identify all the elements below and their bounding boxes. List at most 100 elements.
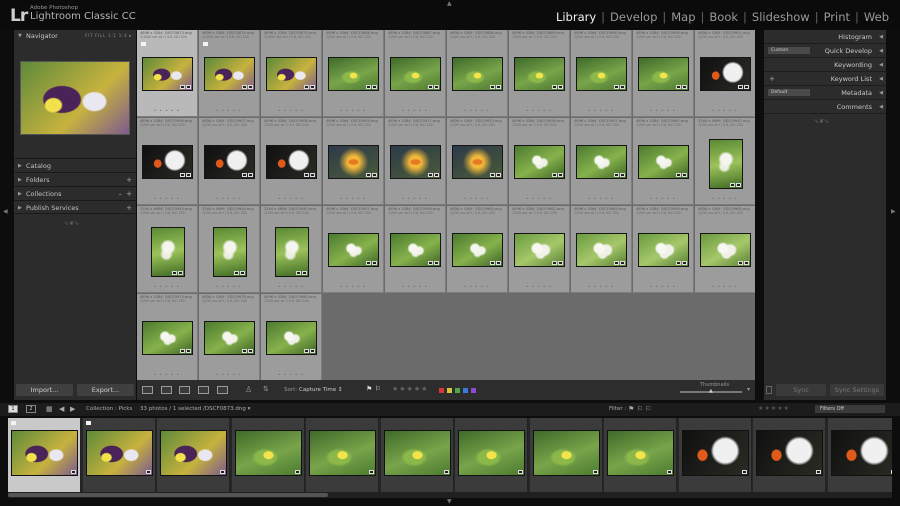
grid-cell[interactable]: 4896 x 3264 DSCF0887.dng 1/500 sec at f /… xyxy=(385,30,446,117)
photo-thumbnail[interactable] xyxy=(638,145,689,179)
panel-publish-services[interactable]: ▶ Publish Services + xyxy=(14,200,136,214)
filmstrip-thumbnail[interactable] xyxy=(532,430,600,476)
collection-badge-icon[interactable] xyxy=(242,173,247,177)
edit-badge-icon[interactable] xyxy=(620,261,625,265)
collection-badge-icon[interactable] xyxy=(614,173,619,177)
grid-cell[interactable]: 4896 x 3264 DSCF0906.dng 1/250 sec at f /… xyxy=(137,118,198,205)
collection-badge-icon[interactable] xyxy=(180,349,185,353)
filmstrip-cell[interactable] xyxy=(231,418,305,492)
loupe-view-icon[interactable] xyxy=(161,386,172,394)
grid-cell[interactable]: 4896 x 3264 DSCF0958.dng 1/250 sec at f /… xyxy=(385,206,446,293)
rating-dots[interactable]: • • • • • xyxy=(385,196,445,201)
panel-catalog[interactable]: ▶ Catalog xyxy=(14,158,136,172)
edit-badge-icon[interactable] xyxy=(369,470,374,474)
rating-dots[interactable]: • • • • • xyxy=(323,284,383,289)
rating-dots[interactable]: • • • • • xyxy=(385,108,445,113)
photo-thumbnail[interactable] xyxy=(275,227,309,277)
add-collection-icon[interactable]: + xyxy=(126,187,132,201)
edit-badge-icon[interactable] xyxy=(744,85,749,89)
flag-filter-icon[interactable]: ⚑ ⚐ ⚐ xyxy=(628,405,651,413)
rating-dots[interactable]: • • • • • xyxy=(695,284,755,289)
add-publish-service-icon[interactable]: + xyxy=(126,201,132,215)
left-panel-toggle-icon[interactable]: ◀ xyxy=(3,208,8,215)
photo-thumbnail[interactable] xyxy=(213,227,247,277)
navigator-zoom-options[interactable]: FIT FILL 1:1 1:4 ▸ xyxy=(85,30,132,43)
pick-flag-icon[interactable] xyxy=(141,42,146,46)
photo-thumbnail[interactable] xyxy=(266,321,317,355)
edit-badge-icon[interactable] xyxy=(620,173,625,177)
photo-thumbnail[interactable] xyxy=(204,57,255,91)
grid-cell[interactable]: 4896 x 3264 DSCF0890.dng 1/500 sec at f /… xyxy=(571,30,632,117)
edit-badge-icon[interactable] xyxy=(682,261,687,265)
edit-badge-icon[interactable] xyxy=(372,261,377,265)
photo-thumbnail[interactable] xyxy=(576,145,627,179)
edit-badge-icon[interactable] xyxy=(294,470,300,474)
label-yellow-swatch[interactable] xyxy=(447,388,452,393)
edit-badge-icon[interactable] xyxy=(434,261,439,265)
rating-dots[interactable]: • • • • • xyxy=(261,108,321,113)
edit-badge-icon[interactable] xyxy=(736,183,741,187)
photo-thumbnail[interactable] xyxy=(204,145,255,179)
rating-dots[interactable]: • • • • • xyxy=(633,108,693,113)
remove-collection-icon[interactable]: – xyxy=(119,187,123,201)
collection-badge-icon[interactable] xyxy=(180,173,185,177)
rating-stars[interactable]: ★★★★★ xyxy=(392,385,428,393)
module-develop[interactable]: Develop xyxy=(605,10,662,24)
photo-thumbnail[interactable] xyxy=(142,145,193,179)
edit-badge-icon[interactable] xyxy=(558,173,563,177)
photo-thumbnail[interactable] xyxy=(700,233,751,267)
survey-view-icon[interactable] xyxy=(198,386,209,394)
grid-cell[interactable]: 4896 x 3264 DSCF0963.dng 1/250 sec at f /… xyxy=(571,206,632,293)
metadata-preset-dropdown[interactable]: Default xyxy=(768,89,810,96)
filter-presets-dropdown[interactable]: Filters Off xyxy=(815,405,885,413)
rating-dots[interactable]: • • • • • xyxy=(137,196,197,201)
collection-badge-icon[interactable] xyxy=(366,85,371,89)
edit-badge-icon[interactable] xyxy=(558,85,563,89)
filmstrip-cell[interactable] xyxy=(8,418,81,492)
collection-badge-icon[interactable] xyxy=(366,261,371,265)
edit-badge-icon[interactable] xyxy=(145,470,151,474)
rating-dots[interactable]: • • • • • xyxy=(447,284,507,289)
collection-badge-icon[interactable] xyxy=(676,173,681,177)
collection-badge-icon[interactable] xyxy=(242,85,247,89)
rating-dots[interactable]: • • • • • xyxy=(695,108,755,113)
filmstrip-thumbnail[interactable] xyxy=(309,430,376,476)
filmstrip-thumbnail[interactable] xyxy=(681,430,749,476)
collection-badge-icon[interactable] xyxy=(676,85,681,89)
edit-badge-icon[interactable] xyxy=(186,349,191,353)
module-book[interactable]: Book xyxy=(704,10,743,24)
photo-thumbnail[interactable] xyxy=(514,145,565,179)
edit-badge-icon[interactable] xyxy=(178,271,183,275)
photo-thumbnail[interactable] xyxy=(638,233,689,267)
photo-thumbnail[interactable] xyxy=(266,57,317,91)
grid-cell[interactable]: 4896 x 3264 DSCF0901.dng 1/250 sec at f /… xyxy=(695,30,755,117)
toolbar-menu-icon[interactable]: ▾ xyxy=(747,386,750,393)
edit-badge-icon[interactable] xyxy=(302,271,307,275)
sync-settings-button[interactable]: Sync Settings xyxy=(830,384,884,396)
panel-keywording[interactable]: Keywording ◀ xyxy=(764,58,886,72)
edit-badge-icon[interactable] xyxy=(434,173,439,177)
collection-badge-icon[interactable] xyxy=(304,173,309,177)
photo-thumbnail[interactable] xyxy=(452,145,503,179)
pick-flag-icon[interactable] xyxy=(203,42,208,46)
photo-thumbnail[interactable] xyxy=(452,233,503,267)
photo-thumbnail[interactable] xyxy=(390,233,441,267)
collection-badge-icon[interactable] xyxy=(180,85,185,89)
forward-arrow-icon[interactable]: ▶ xyxy=(70,405,75,413)
edit-badge-icon[interactable] xyxy=(310,173,315,177)
rating-dots[interactable]: • • • • • xyxy=(509,108,569,113)
edit-badge-icon[interactable] xyxy=(620,85,625,89)
edit-badge-icon[interactable] xyxy=(443,470,449,474)
filmstrip-scroll-thumb[interactable] xyxy=(8,493,328,497)
collection-badge-icon[interactable] xyxy=(676,261,681,265)
collection-badge-icon[interactable] xyxy=(242,349,247,353)
grid-icon[interactable]: ▦ xyxy=(46,405,53,413)
grid-cell[interactable]: 4896 x 3264 DSCF0964.dng 1/250 sec at f /… xyxy=(633,206,694,293)
rating-dots[interactable]: • • • • • xyxy=(571,108,631,113)
edit-badge-icon[interactable] xyxy=(592,470,598,474)
edit-badge-icon[interactable] xyxy=(248,349,253,353)
collection-badge-icon[interactable] xyxy=(738,261,743,265)
photo-thumbnail[interactable] xyxy=(514,57,565,91)
grid-cell[interactable]: 4896 x 3264 DSCF0980.dng 1/250 sec at f /… xyxy=(261,294,322,380)
edit-badge-icon[interactable] xyxy=(310,85,315,89)
